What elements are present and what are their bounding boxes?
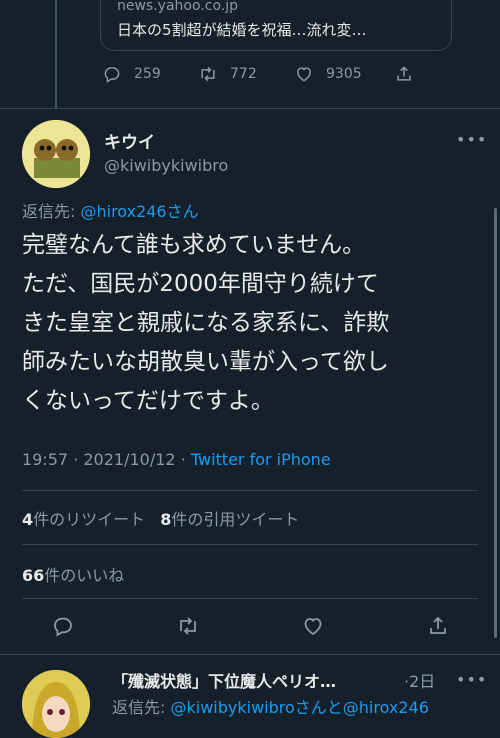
tweet-text-line: くないってだけですよ。 [22,388,274,414]
thread-line [55,0,57,108]
card-title: 日本の5割超が結婚を祝福…流れ変… [117,21,367,39]
tweet-action-bar [0,598,500,654]
retweets-label: 件のリツイート [33,510,146,529]
scrollbar[interactable] [494,208,497,638]
tweet-meta: 19:57 · 2021/10/12 · Twitter for iPhone [22,450,331,469]
retweet-icon [201,66,215,82]
reply-to-handles[interactable]: @kiwibykiwibroさんと@hirox246 [170,698,428,717]
like-count: 9305 [326,66,362,82]
tweet-text: 完璧なんて誰も求めていません。 ただ、国民が2000年間守り続けて きた皇室と親… [22,226,482,421]
retweet-button[interactable] [176,614,200,638]
heart-icon [304,618,321,636]
divider [0,108,500,109]
divider [0,654,500,655]
reply-button[interactable] [51,614,75,638]
tweet-text-line: 師みたいな胡散臭い輩が入って欲し [22,349,389,375]
tweet-text-line: 完璧なんて誰も求めていません。 [22,232,366,258]
tweet-time: 19:57 [22,450,69,469]
heart-icon [296,67,312,82]
more-icon[interactable]: ••• [456,130,487,149]
like-button[interactable] [301,614,325,638]
tweet-source[interactable]: Twitter for iPhone [191,450,331,469]
likes-count: 66 [22,566,45,585]
reply-prefix: 返信先: [22,202,81,221]
reply-to-handle[interactable]: @hirox246さん [80,202,198,221]
divider [22,490,478,491]
card-domain: news.yahoo.co.jp [117,0,238,14]
retweet-icon [179,617,196,635]
user-handle[interactable]: @kiwibykiwibro [104,156,228,175]
retweets-count: 4 [22,510,34,529]
reply-context: 返信先: @hirox246さん [22,198,199,222]
quotes-link[interactable]: 8件の引用ツイート [160,510,299,529]
divider [22,544,478,545]
reply-icon [104,66,120,83]
reply-avatar-image [22,670,90,738]
reply-count: 259 [134,66,161,82]
retweet-stats: 4件のリツイート 8件の引用ツイート [22,506,299,530]
tweet-text-line: きた皇室と親戚になる家系に、詐欺 [22,310,390,336]
quotes-label: 件の引用ツイート [171,510,300,529]
reply-icon [53,617,72,637]
share-icon [429,616,446,634]
likes-label: 件のいいね [44,566,125,585]
reply-button[interactable]: 259 [102,64,198,84]
tweet-date: 2021/10/12 [83,450,176,469]
reply-context: 返信先: @kiwibykiwibroさんと@hirox246 [112,694,429,718]
kiwi-avatar-image [22,120,90,188]
reply-time: ·2日 [404,672,436,691]
like-button[interactable]: 9305 [294,64,394,84]
reply-avatar[interactable] [22,670,90,738]
tweet-text-line: ただ、国民が2000年間守り続けて [22,271,379,297]
reply-display-name[interactable]: 「殲滅状態」下位魔人ペリオ… [112,668,336,692]
retweet-count: 772 [230,66,257,82]
retweet-button[interactable]: 772 [198,64,294,84]
share-button[interactable] [394,64,426,84]
reply-prefix: 返信先: [112,698,171,717]
retweets-link[interactable]: 4件のリツイート [22,510,145,529]
previous-tweet-actions: 259 772 9305 [102,64,426,84]
share-icon [397,66,411,81]
likes-link[interactable]: 66件のいいね [22,562,124,586]
display-name[interactable]: キウイ [104,128,155,153]
share-button[interactable] [426,614,450,638]
link-preview-card[interactable]: news.yahoo.co.jp 日本の5割超が結婚を祝福…流れ変… [100,0,452,51]
more-icon[interactable]: ••• [456,670,487,689]
quotes-count: 8 [160,510,172,529]
avatar[interactable] [22,120,90,188]
